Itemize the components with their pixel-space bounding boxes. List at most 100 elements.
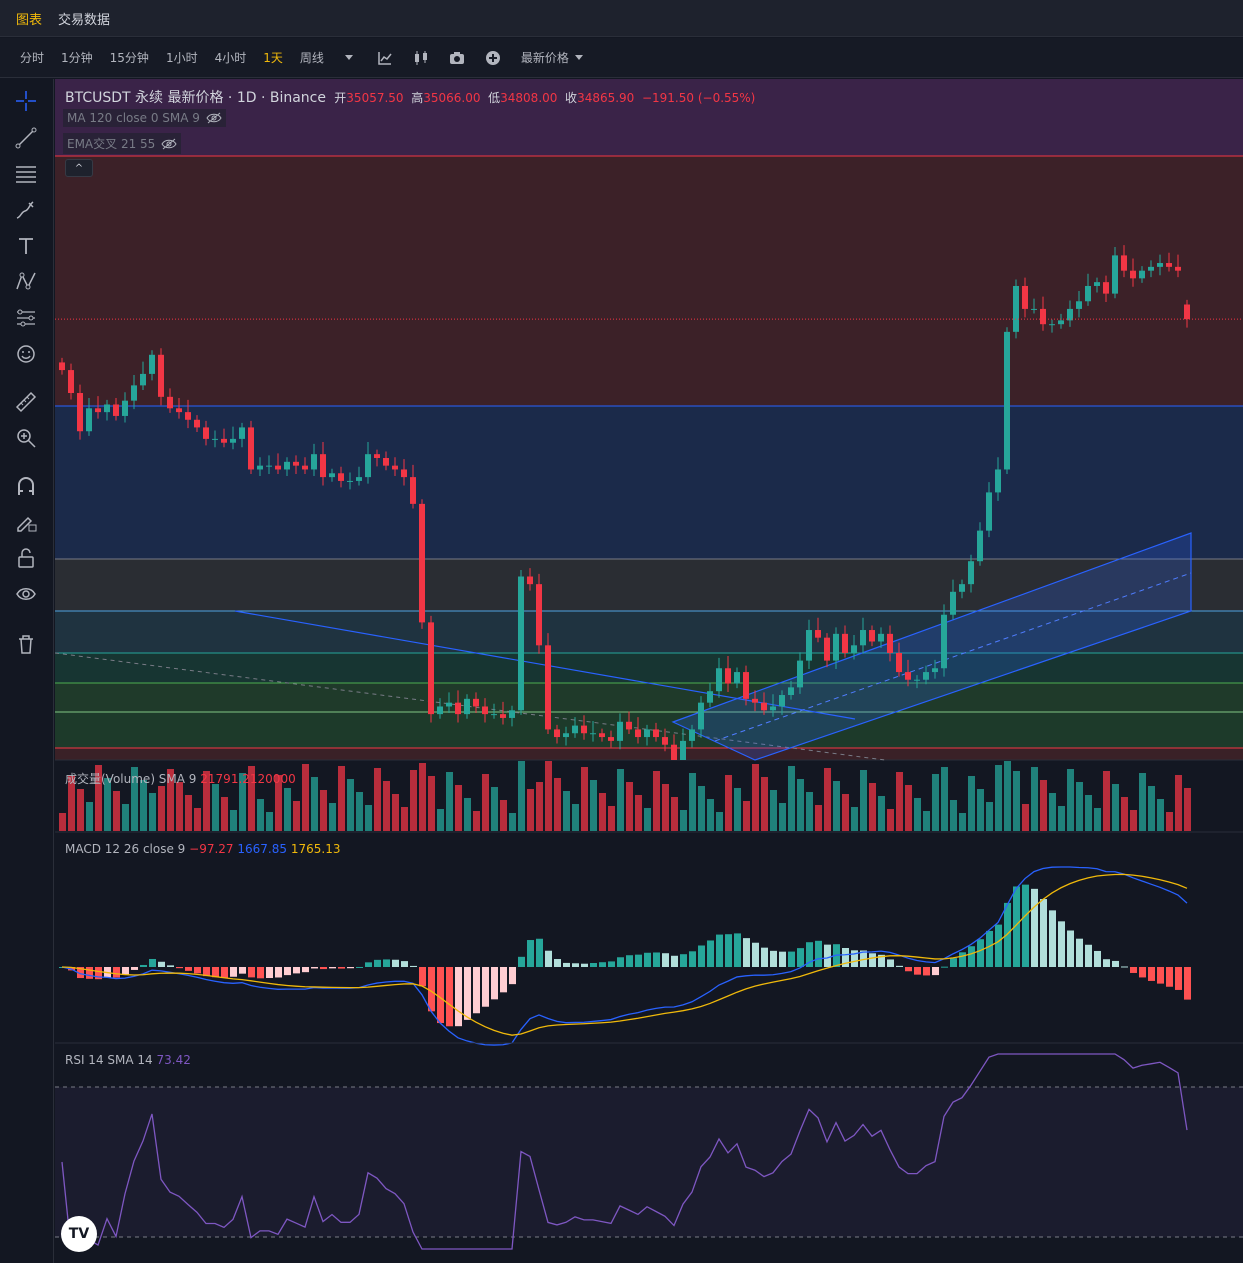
indicators-icon[interactable]	[377, 50, 393, 66]
candle-body	[1157, 263, 1163, 267]
legend-open-label: 开	[334, 91, 347, 105]
volume-bar	[1130, 810, 1137, 831]
text-icon[interactable]	[13, 233, 39, 259]
legend-low-label: 低	[488, 91, 501, 105]
chevron-down-icon[interactable]	[341, 50, 357, 66]
volume-bar	[1076, 782, 1083, 831]
chart-canvas[interactable]	[55, 79, 1243, 1263]
candle-body	[158, 354, 164, 397]
candle-body	[1049, 324, 1055, 326]
tradingview-logo[interactable]: TV	[61, 1216, 97, 1252]
macd-hist-bar	[815, 940, 822, 967]
ruler-icon[interactable]	[13, 389, 39, 415]
emoji-icon[interactable]	[13, 341, 39, 367]
volume-bar	[320, 790, 327, 831]
macd-hist-bar	[914, 967, 921, 975]
macd-hist-bar	[788, 951, 795, 967]
volume-bar	[383, 781, 390, 831]
ma-indicator-row[interactable]: MA 120 close 0 SMA 9	[63, 109, 226, 127]
pattern-icon[interactable]	[13, 269, 39, 295]
macd-hist-bar	[617, 957, 624, 967]
tab-chart[interactable]: 图表	[16, 9, 42, 28]
timeframe-1m[interactable]: 1分钟	[61, 49, 93, 66]
magnet-icon[interactable]	[13, 473, 39, 499]
macd-hist-bar	[608, 961, 615, 967]
camera-icon[interactable]	[449, 50, 465, 66]
eye-icon[interactable]	[13, 581, 39, 607]
macd-hist-bar	[86, 967, 93, 979]
macd-hist-bar	[1130, 967, 1137, 973]
price-source-label: 最新价格	[520, 51, 569, 65]
macd-hist-bar	[221, 967, 228, 978]
timeframe-1d[interactable]: 1天	[263, 49, 283, 66]
macd-hist-bar	[311, 967, 318, 969]
volume-bar	[1058, 806, 1065, 831]
candle-body	[1103, 282, 1109, 294]
macd-hist-bar	[293, 967, 300, 974]
candle-body	[131, 385, 137, 401]
volume-bar	[1049, 793, 1056, 831]
candle-body	[536, 584, 542, 646]
macd-hist-bar	[446, 967, 453, 1027]
fib-icon[interactable]	[13, 161, 39, 187]
macd-hist-bar	[536, 938, 543, 967]
volume-bar	[329, 803, 336, 831]
zoom-icon[interactable]	[13, 425, 39, 451]
volume-bar	[473, 811, 480, 831]
volume-bar	[815, 805, 822, 831]
forecast-icon[interactable]	[13, 305, 39, 331]
timeframe-1h[interactable]: 1小时	[166, 49, 198, 66]
candle-body	[779, 695, 785, 707]
tab-trading-data[interactable]: 交易数据	[58, 9, 110, 28]
macd-hist-bar	[176, 967, 183, 969]
candle-body	[77, 393, 83, 432]
price-source-select[interactable]: 最新价格	[521, 49, 583, 66]
timeframe-4h[interactable]: 4小时	[215, 49, 247, 66]
volume-value: 21791.2120000	[200, 772, 296, 786]
add-icon[interactable]	[485, 50, 501, 66]
candle-body	[491, 714, 497, 716]
trend-line-icon[interactable]	[13, 125, 39, 151]
candle-body	[329, 473, 335, 478]
macd-hist-bar	[122, 967, 129, 975]
candle-body	[707, 691, 713, 703]
volume-bar	[977, 789, 984, 831]
volume-bar	[788, 766, 795, 831]
candle-body	[302, 465, 308, 470]
macd-hist-bar	[266, 967, 273, 979]
candle-body	[1094, 282, 1100, 286]
legend-symbol: BTCUSDT 永续 最新价格 · 1D · Binance	[65, 90, 326, 106]
candle-body	[275, 465, 281, 470]
volume-bar	[761, 777, 768, 831]
macd-hist-bar	[428, 967, 435, 1012]
candles-icon[interactable]	[413, 50, 429, 66]
timeframe-15m[interactable]: 15分钟	[110, 49, 149, 66]
brush-icon[interactable]	[13, 197, 39, 223]
volume-bar	[572, 804, 579, 831]
volume-bar	[464, 798, 471, 831]
trash-icon[interactable]	[13, 631, 39, 657]
candle-body	[599, 733, 605, 738]
chart-area[interactable]: BTCUSDT 永续 最新价格 · 1D · Binance 开35057.50…	[55, 79, 1243, 1263]
eye-off-icon[interactable]	[206, 112, 222, 124]
lock-draw-icon[interactable]	[13, 509, 39, 535]
candle-body	[932, 668, 938, 673]
volume-bar	[689, 773, 696, 831]
volume-bar	[527, 789, 534, 831]
macd-hist-bar	[644, 952, 651, 967]
lock-icon[interactable]	[13, 545, 39, 571]
candle-body	[644, 729, 650, 738]
crosshair-icon[interactable]	[13, 88, 39, 114]
ema-indicator-row[interactable]: EMA交叉 21 55	[63, 133, 182, 154]
timeframe-1w[interactable]: 周线	[300, 49, 324, 66]
eye-off-icon[interactable]	[161, 138, 177, 150]
candle-body	[716, 668, 722, 692]
timeframe-tick[interactable]: 分时	[20, 49, 44, 66]
drawing-toolbar	[0, 79, 54, 1263]
collapse-legend-button[interactable]: ^	[65, 159, 93, 177]
candle-body	[1130, 270, 1136, 279]
candle-body	[311, 454, 317, 470]
rsi-band	[55, 1087, 1243, 1237]
rsi-value: 73.42	[156, 1053, 191, 1067]
candle-body	[293, 461, 299, 466]
